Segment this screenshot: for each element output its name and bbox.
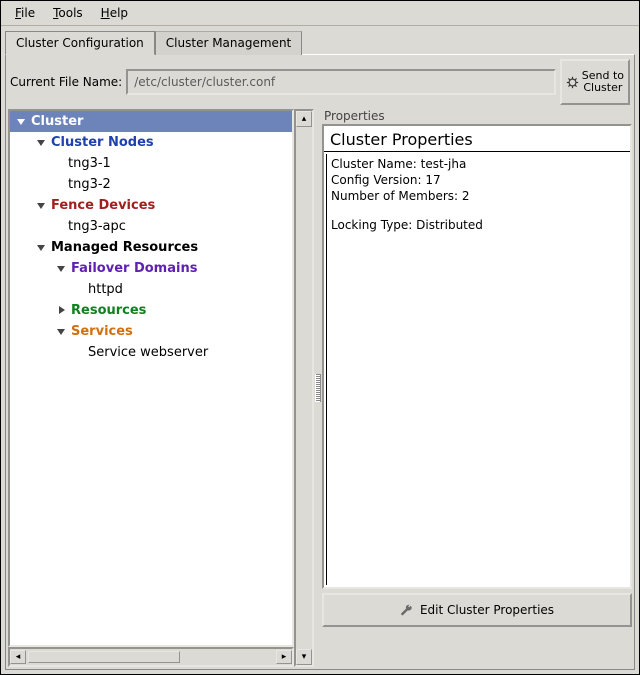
prop-value: Distributed [416,218,483,232]
tab-bar: Cluster Configuration Cluster Management [1,26,639,54]
tab-label: Cluster Configuration [16,36,144,50]
prop-row: Locking Type: Distributed [331,217,624,233]
tab-label: Cluster Management [166,36,291,50]
scroll-left-arrow-icon[interactable]: ◂ [10,650,26,664]
expander-open-icon[interactable] [36,137,47,148]
menu-file[interactable]: File [13,4,37,22]
prop-value: 17 [425,173,440,187]
tree-label: Managed Resources [51,240,198,255]
wrench-icon [400,603,414,617]
scroll-right-arrow-icon[interactable]: ▸ [276,650,292,664]
pane-splitter[interactable] [314,109,322,667]
expander-open-icon[interactable] [16,116,27,127]
main-content: Cluster Cluster Nodes tng3-1 tng3-2 [8,109,632,667]
tree-cat-fence-devices[interactable]: Fence Devices [10,195,292,216]
properties-body: Cluster Name: test-jha Config Version: 1… [326,154,628,585]
tab-cluster-management[interactable]: Cluster Management [155,31,302,55]
prop-label: Number of Members: [331,189,462,203]
file-name-input[interactable] [126,69,556,95]
tree-label: Failover Domains [71,261,197,276]
vertical-scrollbar[interactable]: ▴ ▾ [294,109,314,667]
scroll-down-arrow-icon[interactable]: ▾ [296,649,312,665]
tree-label: httpd [88,282,123,297]
tree-label: tng3-apc [68,219,126,234]
scroll-up-arrow-icon[interactable]: ▴ [296,111,312,127]
tree-node-tng3-2[interactable]: tng3-2 [10,174,292,195]
expander-open-icon[interactable] [36,242,47,253]
prop-row: Config Version: 17 [331,172,624,188]
expander-open-icon[interactable] [36,200,47,211]
menu-help[interactable]: Help [99,4,130,22]
expander-closed-icon[interactable] [56,305,67,316]
scroll-track[interactable] [26,651,276,663]
send-to-cluster-button[interactable]: Send toCluster [560,59,630,105]
prop-value: test-jha [421,157,467,171]
tree-cat-services[interactable]: Services [10,321,292,342]
properties-panel: Cluster Properties Cluster Name: test-jh… [322,124,632,589]
tree-label: Fence Devices [51,198,155,213]
tree-label: tng3-1 [68,156,111,171]
menu-tools[interactable]: Tools [51,4,85,22]
tree-label: Resources [71,303,146,318]
section-title: Properties [322,109,632,124]
file-name-label: Current File Name: [10,75,122,89]
right-pane: Properties Cluster Properties Cluster Na… [322,109,632,667]
prop-label: Config Version: [331,173,425,187]
tree-fence-tng3-apc[interactable]: tng3-apc [10,216,292,237]
tree-label: Services [71,324,133,339]
horizontal-scrollbar[interactable]: ◂ ▸ [8,647,294,667]
prop-label: Locking Type: [331,218,416,232]
tab-page: Current File Name: Send toCluster [5,54,635,670]
tree-view[interactable]: Cluster Cluster Nodes tng3-1 tng3-2 [8,109,294,647]
tree-service-webserver[interactable]: Service webserver [10,342,292,363]
tree-node-tng3-1[interactable]: tng3-1 [10,153,292,174]
prop-value: 2 [462,189,470,203]
expander-open-icon[interactable] [56,263,67,274]
expander-open-icon[interactable] [56,326,67,337]
tree-cat-failover-domains[interactable]: Failover Domains [10,258,292,279]
tree-label: Cluster Nodes [51,135,154,150]
prop-row: Number of Members: 2 [331,188,624,204]
grip-icon [315,374,321,402]
tree-cat-resources[interactable]: Resources [10,300,292,321]
prop-label: Cluster Name: [331,157,421,171]
tab-cluster-configuration[interactable]: Cluster Configuration [5,31,155,55]
left-pane: Cluster Cluster Nodes tng3-1 tng3-2 [8,109,314,667]
tree-label: Cluster [31,114,83,129]
app-window: { "menu": {"file":"File","tools":"Tools"… [0,0,640,675]
scroll-thumb[interactable] [28,651,180,663]
button-label: Edit Cluster Properties [420,603,554,617]
scroll-track[interactable] [296,127,312,649]
gear-icon [566,76,579,89]
send-line2: Cluster [582,82,624,94]
tree-label: Service webserver [88,345,208,360]
tree-root-cluster[interactable]: Cluster [10,111,292,132]
menubar: File Tools Help [1,1,639,26]
tree-cat-managed-resources[interactable]: Managed Resources [10,237,292,258]
prop-row: Cluster Name: test-jha [331,156,624,172]
tree-label: tng3-2 [68,177,111,192]
properties-title: Cluster Properties [324,126,630,152]
tree-cat-cluster-nodes[interactable]: Cluster Nodes [10,132,292,153]
edit-cluster-properties-button[interactable]: Edit Cluster Properties [322,593,632,627]
file-row: Current File Name: Send toCluster [8,57,632,109]
tree-failover-httpd[interactable]: httpd [10,279,292,300]
